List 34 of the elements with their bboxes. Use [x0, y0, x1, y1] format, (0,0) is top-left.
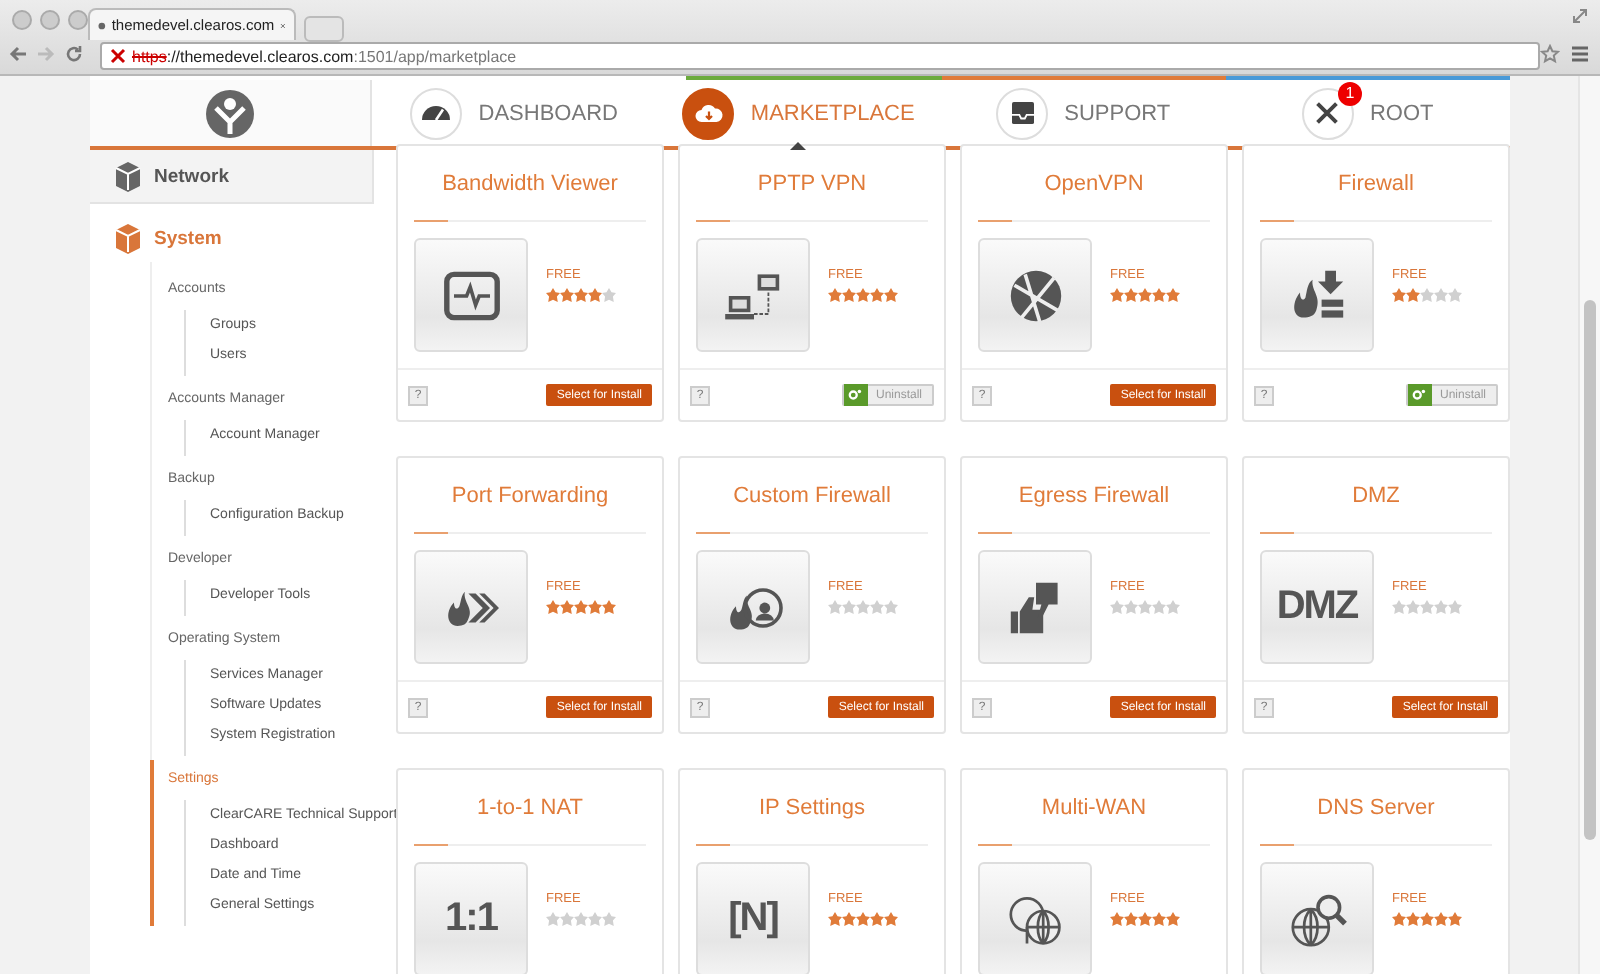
cloud-download-icon — [693, 104, 724, 122]
bookmark-star-icon[interactable] — [1540, 44, 1560, 64]
gauge-icon — [422, 106, 451, 120]
site-icon — [98, 17, 106, 33]
app-icon-text: [N] — [728, 896, 778, 942]
app-title[interactable]: IP Settings — [680, 770, 944, 820]
app-title[interactable]: Multi-WAN — [962, 770, 1226, 820]
scrollbar-thumb[interactable] — [1584, 300, 1596, 840]
app-icon-text: 1:1 — [445, 896, 497, 942]
app-title[interactable]: DMZ — [1244, 458, 1508, 508]
insecure-lock-icon — [110, 48, 126, 64]
app-icon-text: DMZ — [1276, 584, 1358, 630]
tray-icon — [1011, 102, 1034, 124]
fullscreen-icon[interactable] — [1572, 8, 1588, 24]
box-icon — [114, 222, 142, 254]
reload-icon[interactable] — [64, 44, 84, 64]
app-title[interactable]: Port Forwarding — [398, 458, 662, 508]
app-title[interactable]: 1-to-1 NAT — [398, 770, 662, 820]
sidebar-section[interactable]: Network — [90, 150, 374, 204]
app-title[interactable]: OpenVPN — [962, 146, 1226, 196]
logo-icon[interactable] — [204, 87, 256, 139]
app-title[interactable]: Egress Firewall — [962, 458, 1226, 508]
back-icon[interactable] — [8, 44, 28, 64]
app-title[interactable]: Custom Firewall — [680, 458, 944, 508]
box-icon — [114, 160, 142, 192]
menu-icon[interactable] — [1570, 44, 1590, 64]
notification-badge: 1 — [1337, 81, 1362, 105]
app-title[interactable]: DNS Server — [1244, 770, 1508, 820]
address-bar[interactable]: https://themedevel.clearos.com:1501/app/marketplace — [100, 42, 1540, 70]
app-title[interactable]: Bandwidth Viewer — [398, 146, 662, 196]
app-title[interactable]: Firewall — [1244, 146, 1508, 196]
forward-icon[interactable] — [36, 44, 56, 64]
new-tab-button[interactable] — [304, 16, 344, 42]
app-title[interactable]: PPTP VPN — [680, 146, 944, 196]
